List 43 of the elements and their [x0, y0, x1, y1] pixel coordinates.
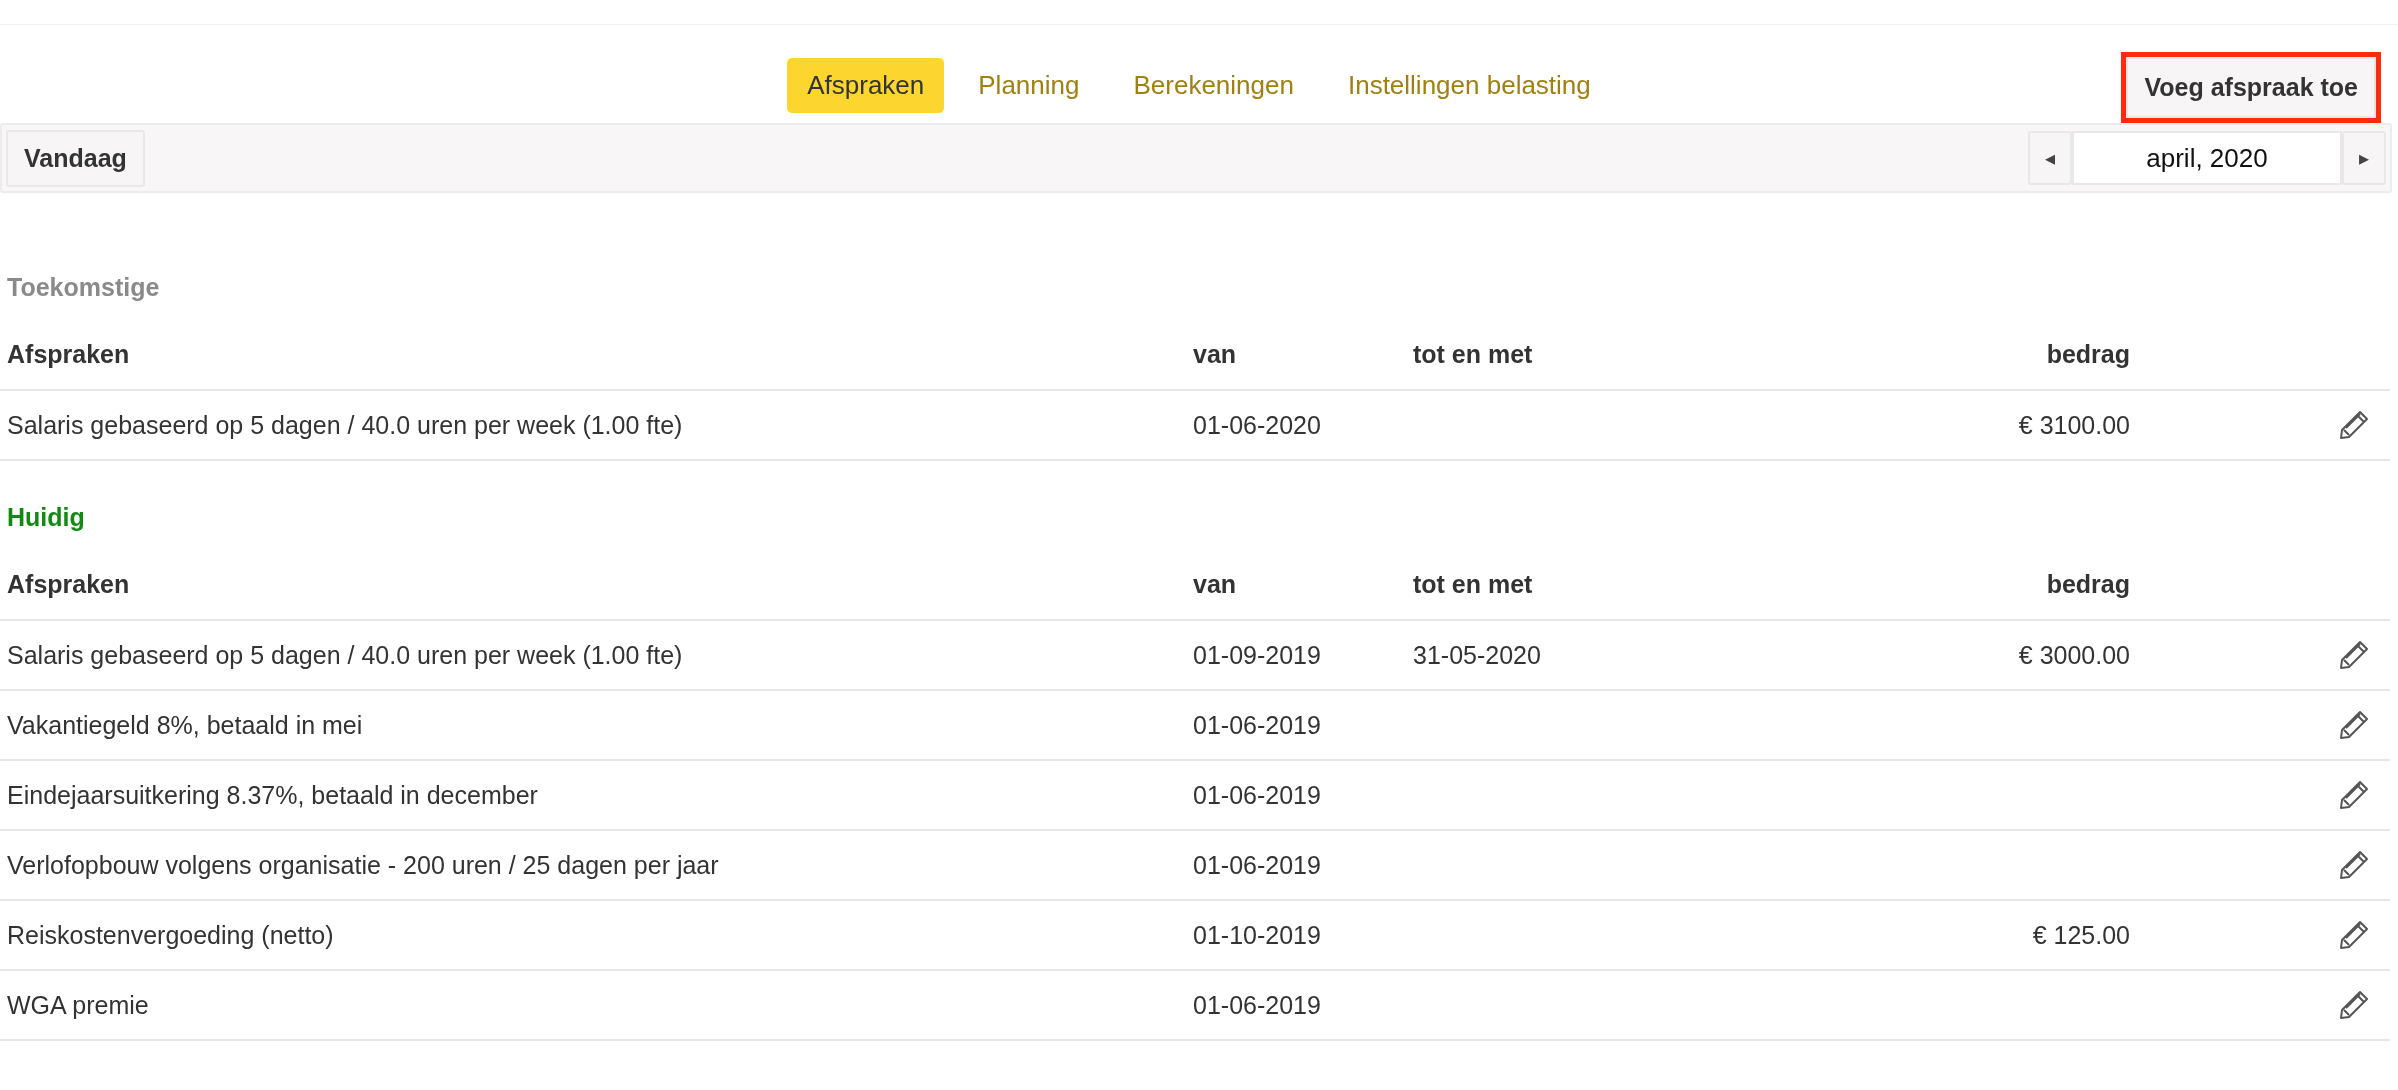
table-cell: 01-10-2019 [1193, 920, 1321, 950]
column-header: tot en met [1413, 560, 1743, 621]
table-cell: € 125.00 [2032, 920, 2130, 950]
pencil-icon[interactable] [2338, 409, 2370, 441]
table-cell: Vakantiegeld 8%, betaald in mei [7, 710, 363, 740]
table-cell: € 3100.00 [2018, 410, 2130, 440]
column-header: Afspraken [0, 560, 1193, 621]
table-cell: 01-06-2019 [1193, 850, 1321, 880]
pencil-icon[interactable] [2338, 779, 2370, 811]
pencil-icon[interactable] [2338, 639, 2370, 671]
table-cell: 01-06-2020 [1193, 410, 1321, 440]
month-label: april, 2020 [2072, 131, 2342, 185]
table-cell: Eindejaarsuitkering 8.37%, betaald in december [7, 780, 538, 810]
table-cell: Salaris gebaseerd op 5 dagen / 40.0 uren per week (1.00 fte) [7, 640, 683, 670]
previous-month-button[interactable]: ◂ [2028, 131, 2072, 185]
pencil-icon[interactable] [2338, 849, 2370, 881]
section-title: Toekomstige [6, 272, 161, 303]
column-header: van [1193, 330, 1413, 391]
column-header: bedrag [1743, 560, 2130, 621]
table-cell: 01-06-2019 [1193, 780, 1321, 810]
pencil-icon[interactable] [2338, 989, 2370, 1021]
column-header: tot en met [1413, 330, 1743, 391]
table-cell: € 3000.00 [2018, 640, 2130, 670]
table-cell: Verlofopbouw volgens organisatie - 200 uren / 25 dagen per jaar [7, 850, 719, 880]
table-cell: WGA premie [7, 990, 149, 1020]
column-header: bedrag [1743, 330, 2130, 391]
table-cell: 01-06-2019 [1193, 990, 1321, 1020]
next-month-button[interactable]: ▸ [2342, 131, 2386, 185]
nav-tab[interactable]: Berekeningen [1113, 58, 1314, 113]
section-title: Huidig [6, 502, 86, 533]
nav-tab[interactable]: Planning [958, 58, 1100, 113]
pencil-icon[interactable] [2338, 919, 2370, 951]
today-button[interactable]: Vandaag [6, 129, 145, 187]
nav-tab[interactable]: Afspraken [787, 58, 945, 113]
table-cell: Reiskostenvergoeding (netto) [7, 920, 334, 950]
column-header: van [1193, 560, 1413, 621]
pencil-icon[interactable] [2338, 709, 2370, 741]
table-cell: 01-06-2019 [1193, 710, 1321, 740]
table-cell: 01-09-2019 [1193, 640, 1321, 670]
nav-tab[interactable]: Instellingen belasting [1327, 58, 1611, 113]
table-cell: Salaris gebaseerd op 5 dagen / 40.0 uren per week (1.00 fte) [7, 410, 683, 440]
column-header: Afspraken [0, 330, 1193, 391]
table-cell: 31-05-2020 [1413, 640, 1541, 670]
